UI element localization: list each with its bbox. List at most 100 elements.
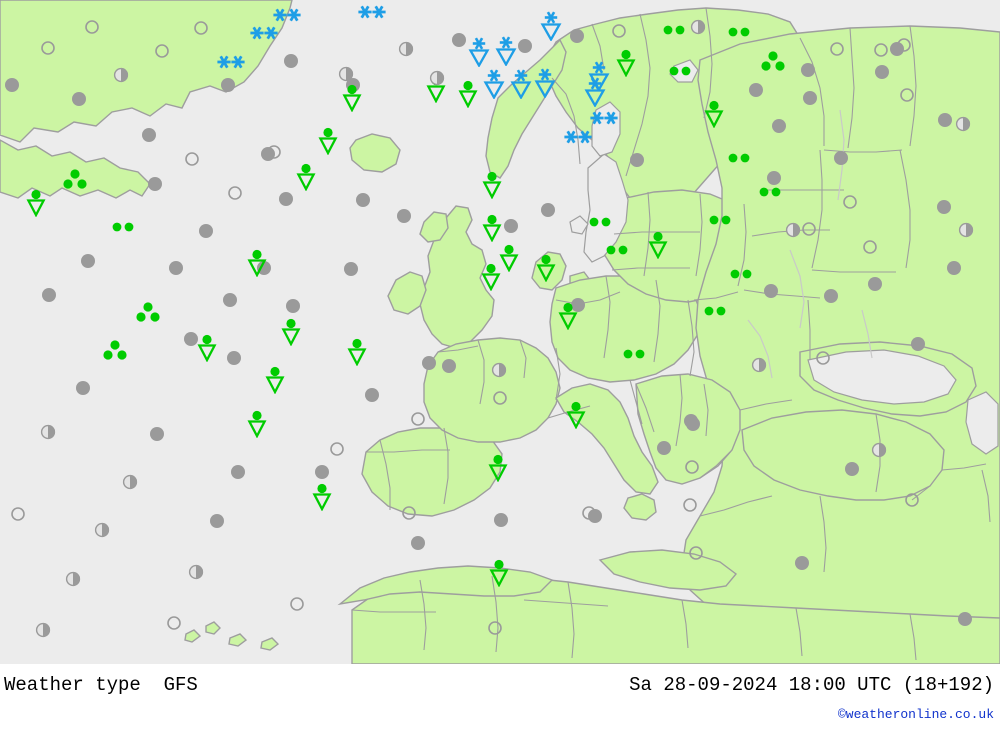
weather-symbol-cloud-clear <box>329 441 345 457</box>
weather-symbol-cloud-overcast <box>141 127 158 144</box>
weather-symbol-cloud-overcast <box>910 336 927 353</box>
weather-symbol-rain-shower <box>312 483 332 512</box>
weather-symbol-cloud-overcast <box>763 283 780 300</box>
weather-symbol-cloud-overcast <box>833 150 850 167</box>
weather-symbol-cloud-overcast <box>771 118 788 135</box>
weather-symbol-rain-shower <box>648 231 668 260</box>
weather-symbol-rain-shower <box>197 334 217 363</box>
weather-symbol-cloud-partly <box>491 362 507 378</box>
weather-symbol-rain-shower <box>482 171 502 200</box>
weather-symbol-rain-light <box>622 348 646 360</box>
weather-symbol-cloud-clear <box>10 506 26 522</box>
weather-symbol-cloud-overcast <box>540 202 557 219</box>
weather-symbol-cloud-overcast <box>283 53 300 70</box>
weather-symbol-rain-shower <box>458 80 478 109</box>
weather-symbol-cloud-clear <box>688 545 704 561</box>
weather-symbol-snow-shower <box>494 36 518 67</box>
weather-symbol-cloud-partly <box>398 41 414 57</box>
weather-symbol-rain-shower <box>482 214 502 243</box>
weather-symbol-cloud-partly <box>785 222 801 238</box>
weather-symbol-rain-shower <box>488 454 508 483</box>
weather-symbol-rain-shower <box>704 100 724 129</box>
weather-symbol-cloud-partly <box>958 222 974 238</box>
weather-symbol-cloud-partly <box>429 70 445 86</box>
weather-symbol-cloud-partly <box>65 571 81 587</box>
weather-symbol-cloud-clear <box>684 459 700 475</box>
weather-symbol-rain-shower <box>247 410 267 439</box>
weather-symbol-rain-shower <box>281 318 301 347</box>
weather-symbol-cloud-overcast <box>451 32 468 49</box>
weather-symbol-rain-light <box>662 24 686 36</box>
weather-symbol-cloud-overcast <box>364 387 381 404</box>
weather-symbol-cloud-overcast <box>396 208 413 225</box>
weather-symbol-cloud-overcast <box>147 176 164 193</box>
weather-symbol-cloud-partly <box>113 67 129 83</box>
weather-symbol-snow-light <box>249 24 279 42</box>
weather-symbol-snow-light <box>216 53 246 71</box>
weather-symbol-snow-shower <box>467 37 491 68</box>
weather-symbol-rain-light <box>111 221 135 233</box>
weather-symbol-cloud-clear <box>904 492 920 508</box>
weather-symbol-cloud-clear <box>166 615 182 631</box>
weather-symbol-cloud-clear <box>873 42 889 58</box>
weather-symbol-cloud-overcast <box>503 218 520 235</box>
weather-symbol-rain-shower <box>347 338 367 367</box>
weather-symbol-cloud-clear <box>289 596 305 612</box>
weather-symbol-rain-light <box>727 152 751 164</box>
weather-symbol-cloud-clear <box>862 239 878 255</box>
weather-symbol-snow-light <box>357 3 387 21</box>
weather-symbol-rain-shower <box>247 249 267 278</box>
weather-symbol-rain-light <box>758 186 782 198</box>
weather-symbol-cloud-overcast <box>71 91 88 108</box>
weather-symbol-cloud-overcast <box>421 355 438 372</box>
weather-symbol-cloud-overcast <box>209 513 226 530</box>
copyright-label[interactable]: ©weatheronline.co.uk <box>838 707 994 722</box>
weather-symbol-cloud-clear <box>193 20 209 36</box>
weather-symbol-cloud-clear <box>84 19 100 35</box>
weather-symbol-cloud-partly <box>122 474 138 490</box>
weather-symbol-rain-shower <box>558 302 578 331</box>
weather-symbol-cloud-partly <box>690 19 706 35</box>
weather-symbol-rain-shower <box>26 189 46 218</box>
weather-symbol-rain-light <box>703 305 727 317</box>
weather-symbol-layer <box>0 0 1000 664</box>
weather-symbol-snow-light <box>272 6 302 24</box>
weather-symbol-cloud-overcast <box>80 253 97 270</box>
weather-symbol-snow-light <box>589 109 619 127</box>
weather-symbol-cloud-clear <box>401 505 417 521</box>
weather-symbol-cloud-clear <box>492 390 508 406</box>
weather-symbol-cloud-overcast <box>285 298 302 315</box>
weather-symbol-cloud-clear <box>410 411 426 427</box>
weather-symbol-cloud-overcast <box>220 77 237 94</box>
footer-bar: Weather type GFS Sa 28-09-2024 18:00 UTC… <box>0 664 1000 733</box>
weather-symbol-rain-shower <box>481 263 501 292</box>
weather-symbol-cloud-overcast <box>823 288 840 305</box>
weather-symbol-cloud-overcast <box>957 611 974 628</box>
weather-symbol-cloud-overcast <box>569 28 586 45</box>
weather-symbol-cloud-overcast <box>41 287 58 304</box>
weather-symbol-cloud-clear <box>899 87 915 103</box>
weather-symbol-cloud-overcast <box>517 38 534 55</box>
weather-symbol-rain-shower <box>342 84 362 113</box>
weather-symbol-cloud-partly <box>35 622 51 638</box>
weather-symbol-cloud-overcast <box>800 62 817 79</box>
weather-symbol-cloud-overcast <box>874 64 891 81</box>
weather-symbol-cloud-overcast <box>937 112 954 129</box>
weather-symbol-cloud-overcast <box>314 464 331 481</box>
weather-symbol-cloud-overcast <box>794 555 811 572</box>
weather-symbol-snow-shower <box>583 77 607 108</box>
weather-symbol-snow-shower <box>539 11 563 42</box>
weather-symbol-cloud-overcast <box>493 512 510 529</box>
weather-symbol-cloud-overcast <box>198 223 215 240</box>
weather-symbol-cloud-overcast <box>441 358 458 375</box>
weather-symbol-rain-light <box>727 26 751 38</box>
weather-symbol-cloud-clear <box>801 221 817 237</box>
valid-time-label: Sa 28-09-2024 18:00 UTC (18+192) <box>629 674 994 696</box>
weather-symbol-cloud-overcast <box>226 350 243 367</box>
weather-symbol-rain-shower <box>489 559 509 588</box>
weather-symbol-rain-light <box>729 268 753 280</box>
weather-symbol-snow-light <box>563 128 593 146</box>
weather-symbol-cloud-partly <box>751 357 767 373</box>
weather-symbol-cloud-partly <box>955 116 971 132</box>
weather-symbol-cloud-partly <box>40 424 56 440</box>
